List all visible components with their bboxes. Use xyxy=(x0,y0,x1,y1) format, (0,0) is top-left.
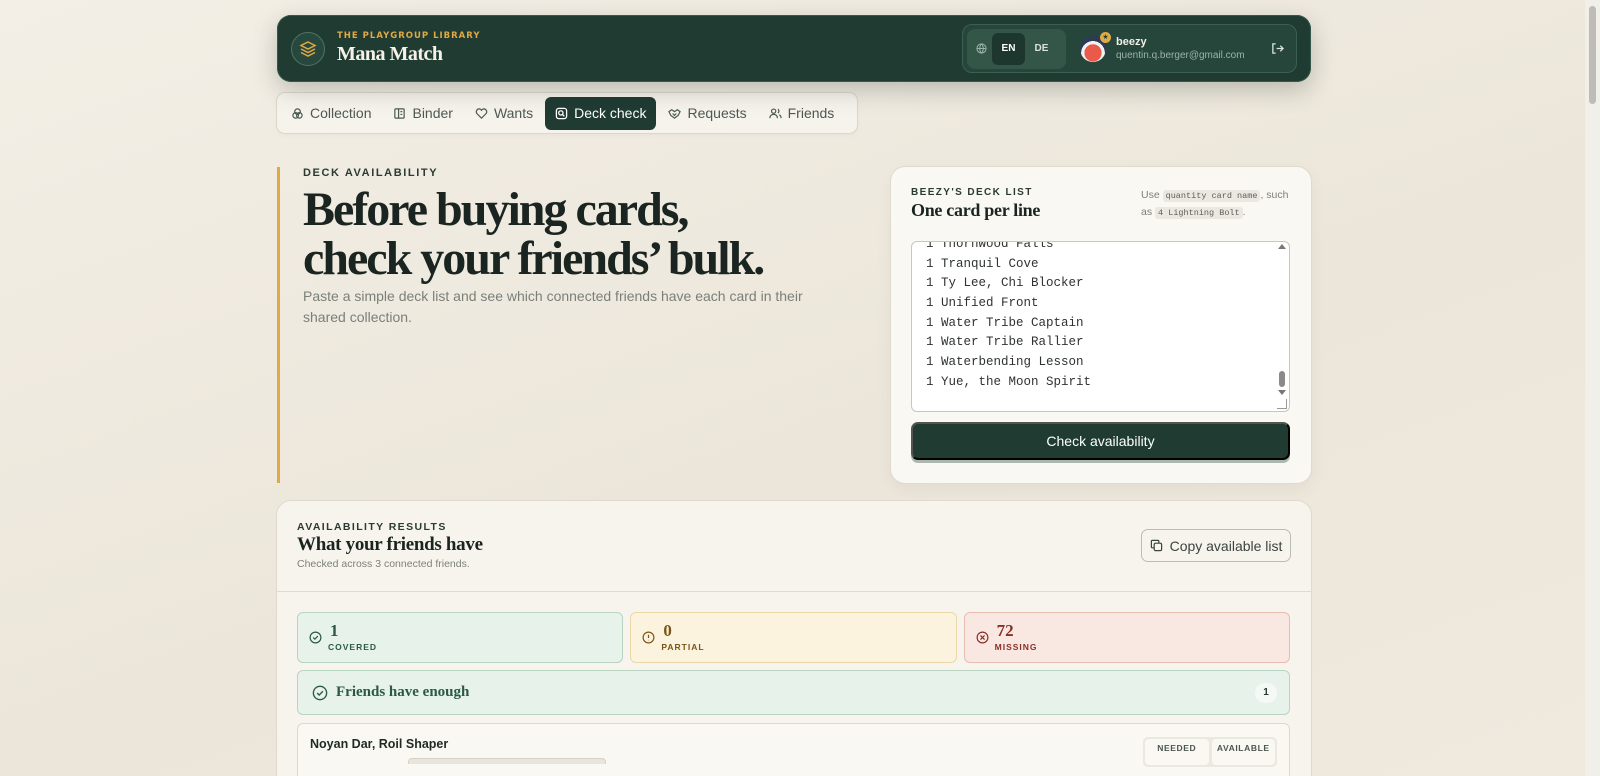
language-de[interactable]: DE xyxy=(1025,33,1058,65)
nav-wants[interactable]: Wants xyxy=(465,97,543,130)
binder-icon xyxy=(394,107,406,119)
page-title-line-2: check your friends’ bulk. xyxy=(303,232,765,285)
copy-available-list-label: Copy available list xyxy=(1169,537,1283,554)
hero-subtitle: Paste a simple deck list and see which c… xyxy=(303,288,803,325)
nav-requests[interactable]: Requests xyxy=(658,97,756,130)
star-badge-icon: ★ xyxy=(1100,31,1111,43)
hint-code-format: quantity card name xyxy=(1162,190,1261,202)
users-icon xyxy=(768,107,782,118)
deck-list-textarea[interactable]: 1 Thornwood Falls 1 Tranquil Cove 1 Ty L… xyxy=(911,241,1290,412)
deck-line: 1 Ty Lee, Chi Blocker xyxy=(926,276,1084,291)
page-title-line-1: Before buying cards, xyxy=(303,183,689,236)
nav-collection[interactable]: Collection xyxy=(281,97,381,130)
heart-icon xyxy=(475,107,488,119)
textarea-scrollbar[interactable] xyxy=(1278,244,1286,399)
deck-line: 1 Thornwood Falls xyxy=(926,241,1054,251)
main-nav: Collection Binder Wants Deck check Reque… xyxy=(277,93,857,133)
stat-covered-label: COVERED xyxy=(328,642,378,652)
results-panel: AVAILABILITY RESULTS What your friends h… xyxy=(277,501,1311,776)
user-info: beezy quentin.q.berger@gmail.com xyxy=(1116,36,1245,61)
stat-missing: 72 MISSING xyxy=(963,612,1290,663)
stat-partial-label: PARTIAL xyxy=(661,642,705,652)
stat-missing-label: MISSING xyxy=(994,642,1038,652)
hero-section: DECK AVAILABILITY Before buying cards, c… xyxy=(277,167,837,483)
nav-collection-label: Collection xyxy=(310,105,372,121)
deck-line: 1 Water Tribe Captain xyxy=(926,315,1084,330)
user-email: quentin.q.berger@gmail.com xyxy=(1116,50,1245,61)
results-header: AVAILABILITY RESULTS What your friends h… xyxy=(277,501,1311,592)
hint-prefix: Use xyxy=(1141,189,1160,201)
deck-line: 1 Tranquil Cove xyxy=(926,256,1039,271)
account-panel: EN DE ★ beezy quentin.q.berger@gmail.com xyxy=(962,24,1297,73)
card-detail-chip xyxy=(408,758,606,764)
brand-kicker: THE PLAYGROUP LIBRARY xyxy=(337,31,481,41)
page-title: Before buying cards, check your friends’… xyxy=(303,185,837,283)
top-bar: THE PLAYGROUP LIBRARY Mana Match EN DE ★… xyxy=(277,15,1311,82)
deck-line: 1 Water Tribe Rallier xyxy=(926,335,1084,350)
check-circle-icon xyxy=(309,631,322,644)
copy-available-list-button[interactable]: Copy available list xyxy=(1141,529,1291,562)
logo-icon[interactable] xyxy=(291,31,325,66)
hint-suffix: . xyxy=(1242,206,1246,218)
x-circle-icon xyxy=(976,631,989,644)
nav-requests-label: Requests xyxy=(687,105,747,121)
stat-partial: 0 PARTIAL xyxy=(630,612,957,663)
deck-line: 1 Unified Front xyxy=(926,296,1039,311)
hero-kicker: DECK AVAILABILITY xyxy=(303,167,439,179)
section-friends-have-enough[interactable]: Friends have enough 1 xyxy=(297,670,1290,715)
nav-wants-label: Wants xyxy=(493,105,534,121)
results-subtitle: Checked across 3 connected friends. xyxy=(297,558,470,570)
globe-icon xyxy=(970,39,992,58)
section-count-badge: 1 xyxy=(1255,683,1277,703)
brand: THE PLAYGROUP LIBRARY Mana Match xyxy=(337,31,481,66)
check-availability-button[interactable]: Check availability xyxy=(911,422,1290,460)
app: THE PLAYGROUP LIBRARY Mana Match EN DE ★… xyxy=(277,15,1311,776)
scrollbar-thumb[interactable] xyxy=(1279,371,1285,387)
deck-line: 1 Waterbending Lesson xyxy=(926,355,1084,370)
nav-deck-check[interactable]: Deck check xyxy=(545,96,657,130)
cards-icon xyxy=(292,107,303,119)
nav-friends[interactable]: Friends xyxy=(759,97,845,130)
handshake-icon xyxy=(668,108,682,119)
user-name: beezy xyxy=(1116,36,1147,48)
section-title: Friends have enough xyxy=(336,684,470,700)
scroll-down-icon[interactable] xyxy=(1278,390,1286,395)
language-switcher: EN DE xyxy=(967,28,1066,69)
result-card-row[interactable]: Noyan Dar, Roil Shaper NEEDED AVAILABLE xyxy=(297,723,1290,776)
page-scrollbar[interactable] xyxy=(1585,0,1600,776)
needed-label: NEEDED xyxy=(1145,739,1209,765)
nav-friends-label: Friends xyxy=(787,105,835,121)
alert-circle-icon xyxy=(642,631,655,644)
nav-binder[interactable]: Binder xyxy=(383,97,462,130)
stats-row: 1 COVERED 0 PARTIAL 72 MISSING xyxy=(297,612,1290,663)
stat-covered-value: 1 xyxy=(330,621,339,640)
nav-deck-check-label: Deck check xyxy=(574,105,647,121)
resize-handle-icon[interactable] xyxy=(1277,399,1287,409)
language-en[interactable]: EN xyxy=(992,32,1025,65)
nav-binder-label: Binder xyxy=(412,105,453,121)
scroll-up-icon[interactable] xyxy=(1278,244,1286,249)
hint-code-example: 4 Lightning Bolt xyxy=(1155,207,1243,219)
avatar[interactable]: ★ xyxy=(1080,31,1111,62)
needed-available-box: NEEDED AVAILABLE xyxy=(1143,737,1277,767)
deck-line: 1 Yue, the Moon Spirit xyxy=(926,374,1092,389)
stat-missing-value: 72 xyxy=(996,621,1014,640)
page-scrollbar-thumb[interactable] xyxy=(1589,6,1596,104)
deck-list-card: BEEZY'S DECK LIST One card per line Use … xyxy=(891,167,1311,483)
format-hint: Use quantity card name, such as 4 Lightn… xyxy=(1141,187,1291,221)
stat-covered: 1 COVERED xyxy=(297,612,624,663)
available-label: AVAILABLE xyxy=(1211,739,1275,765)
app-title[interactable]: Mana Match xyxy=(337,43,481,66)
search-icon xyxy=(555,107,568,119)
logout-icon[interactable] xyxy=(1267,38,1287,58)
check-circle-icon xyxy=(312,685,328,700)
card-name: Noyan Dar, Roil Shaper xyxy=(310,737,449,751)
stat-partial-value: 0 xyxy=(663,621,672,640)
copy-icon xyxy=(1150,539,1162,552)
